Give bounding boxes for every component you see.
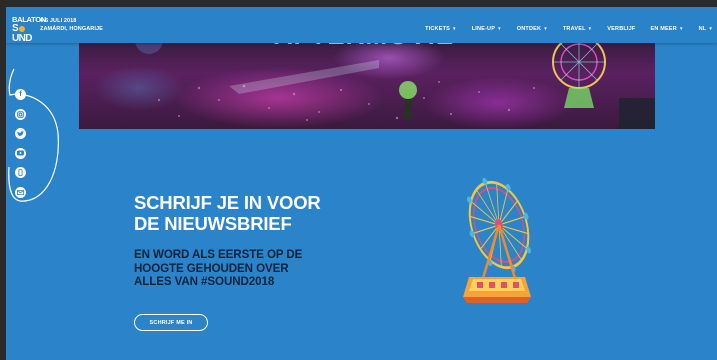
- top-navigation-bar: BALATON SUND 4-6 JULI 2018 ZAMÁRDI, HONG…: [6, 7, 717, 44]
- facebook-icon[interactable]: f: [15, 89, 26, 100]
- nav-travel-label: TRAVEL: [562, 26, 586, 32]
- language-label: NL: [698, 26, 707, 32]
- logo-sun-dot: [18, 26, 25, 32]
- chevron-down-icon: ▼: [678, 26, 684, 31]
- newsletter-subtitle: EN WORD ALS EERSTE OP DE HOOGTE GEHOUDEN…: [134, 248, 374, 289]
- chevron-down-icon: ▼: [497, 26, 502, 31]
- nav-en-meer-label: EN MEER: [650, 26, 677, 32]
- instagram-icon[interactable]: [15, 108, 26, 120]
- youtube-icon[interactable]: [15, 147, 26, 159]
- nav-travel[interactable]: TRAVEL ▼: [563, 26, 592, 32]
- nav-tickets[interactable]: TICKETS ▼: [425, 26, 457, 32]
- nav-tickets-label: TICKETS: [425, 26, 451, 32]
- logo-letters: UND: [12, 33, 32, 44]
- event-location: ZAMÁRDI, HONGARIJE: [40, 26, 103, 32]
- ferris-wheel-illustration: [463, 177, 531, 303]
- newsletter-subtitle-line-2: HOOGTE GEHOUDEN OVER: [134, 261, 289, 275]
- logo-line-2: SUND: [12, 24, 38, 44]
- mobile-app-icon[interactable]: [15, 167, 26, 178]
- event-dates: 4-6 JULI 2018: [40, 18, 77, 24]
- nav-lineup-label: LINE-UP: [471, 26, 496, 32]
- nav-ontdek-label: ONTDEK: [516, 26, 542, 32]
- social-links: f: [14, 89, 27, 206]
- twitter-icon[interactable]: [15, 128, 26, 139]
- chevron-down-icon: ▼: [543, 26, 548, 31]
- aftermovie-banner[interactable]: AFTERMOVIE: [79, 28, 655, 129]
- event-info: 4-6 JULI 2018 ZAMÁRDI, HONGARIJE: [40, 17, 103, 33]
- nav-lineup[interactable]: LINE-UP ▼: [472, 26, 502, 32]
- newsletter-title-line-1: SCHRIJF JE IN VOOR: [134, 192, 321, 213]
- chevron-down-icon: ▼: [452, 26, 457, 31]
- chevron-down-icon: ▼: [587, 26, 593, 31]
- subscribe-button[interactable]: SCHRIJF ME IN: [134, 314, 208, 331]
- newsletter-title-line-2: DE NIEUWSBRIEF: [134, 213, 292, 234]
- nav-verblijf[interactable]: VERBLIJF: [607, 26, 635, 32]
- main-nav: TICKETS ▼ LINE-UP ▼ ONTDEK ▼ TRAVEL ▼ VERBLI…: [410, 26, 713, 32]
- nav-en-meer[interactable]: EN MEER ▼: [650, 26, 683, 32]
- nav-verblijf-label: VERBLIJF: [607, 26, 636, 32]
- chevron-down-icon: ▼: [708, 26, 713, 31]
- email-icon[interactable]: [15, 186, 26, 198]
- newsletter-subtitle-line-3: ALLES VAN #SOUND2018: [134, 275, 275, 288]
- newsletter-title: SCHRIJF JE IN VOOR DE NIEUWSBRIEF: [134, 192, 374, 234]
- language-switcher[interactable]: NL ▼: [699, 26, 713, 32]
- balaton-sound-logo[interactable]: BALATON SUND: [12, 16, 46, 44]
- nav-ontdek[interactable]: ONTDEK ▼: [517, 26, 548, 32]
- newsletter-subtitle-line-1: EN WORD ALS EERSTE OP DE: [134, 248, 303, 261]
- page: BALATON SUND 4-6 JULI 2018 ZAMÁRDI, HONG…: [6, 7, 717, 360]
